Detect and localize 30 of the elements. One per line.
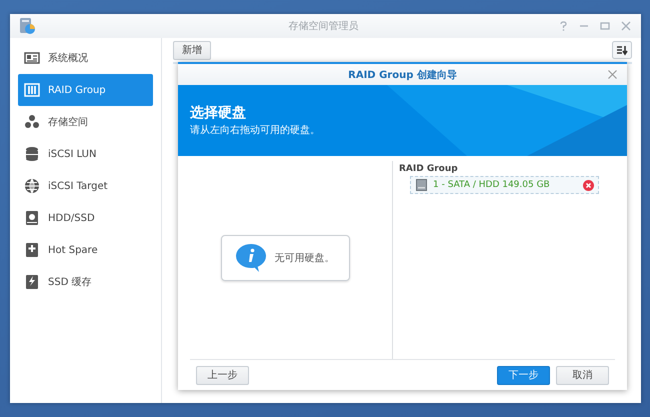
globe-icon [24,178,40,194]
database-icon [24,146,40,162]
dialog-title: RAID Group 创建向导 [348,68,457,82]
create-button[interactable]: 新增 [173,40,211,60]
back-button[interactable]: 上一步 [196,366,249,384]
sidebar-item[interactable]: 存储空间 [18,106,153,138]
raid-group-heading: RAID Group [399,164,459,174]
sidebar-item[interactable]: HDD/SSD [18,202,153,234]
window-title: 存储空间管理员 [288,20,360,33]
sidebar-item[interactable]: 系统概况 [18,42,153,74]
step-heading: 选择硬盘 [190,104,247,122]
next-button[interactable]: 下一步 [497,366,550,384]
sidebar-item[interactable]: RAID Group [18,74,153,106]
storage-app-icon [18,17,36,35]
close-icon[interactable] [621,21,631,31]
step-instruction: 请从左向右拖动可用的硬盘。 [190,124,321,137]
raid-icon [24,82,40,98]
info-bubble-icon [234,244,266,272]
sidebar-item[interactable]: Hot Spare [18,234,153,266]
id-card-icon [24,50,40,66]
sidebar-item[interactable]: iSCSI Target [18,170,153,202]
cancel-button[interactable]: 取消 [556,366,609,384]
sidebar-item[interactable]: SSD 缓存 [18,266,153,298]
sidebar-item[interactable]: iSCSI LUN [18,138,153,170]
close-icon[interactable] [608,70,617,79]
empty-message: 无可用硬盘。 [220,235,350,281]
maximize-icon[interactable] [600,21,610,31]
remove-icon[interactable] [583,180,594,190]
help-icon[interactable] [559,21,568,31]
sort-icon[interactable] [612,41,632,59]
